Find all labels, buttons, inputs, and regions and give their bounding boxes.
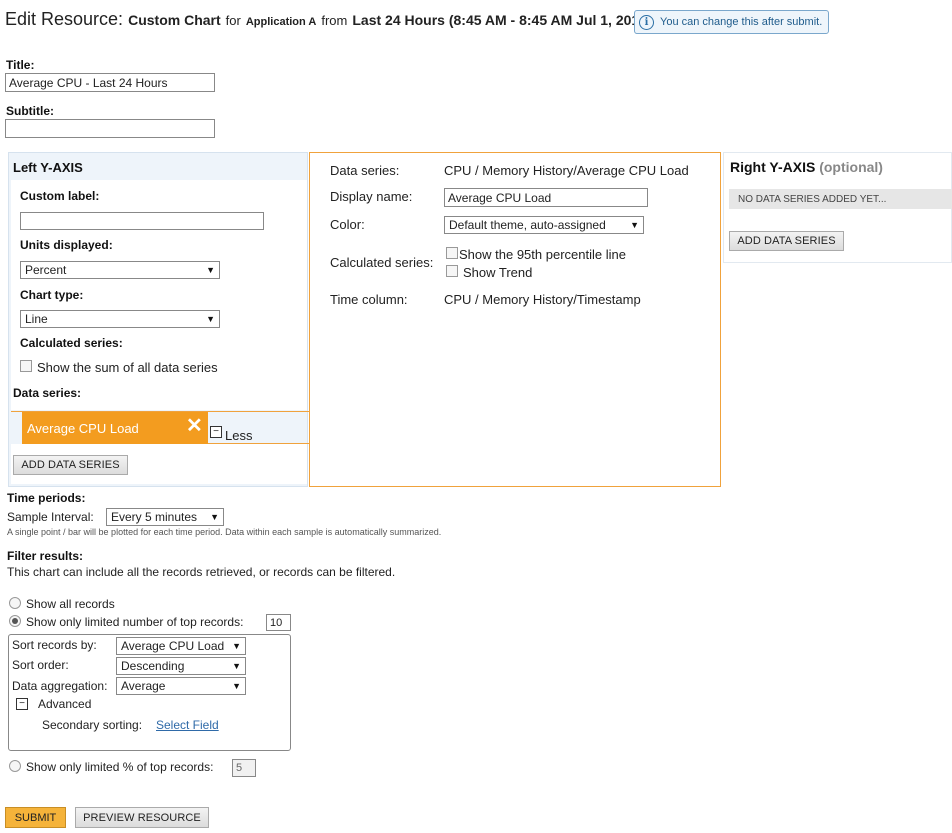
info-box: i You can change this after submit. bbox=[634, 10, 829, 34]
detail-calculated-label: Calculated series: bbox=[330, 255, 434, 270]
percentile-checkbox[interactable] bbox=[446, 247, 458, 259]
time-periods-label: Time periods: bbox=[7, 491, 86, 505]
page-header: Edit Resource: Custom Chart for Applicat… bbox=[5, 9, 652, 30]
chart-type-select-value: Line bbox=[25, 312, 48, 326]
units-label: Units displayed: bbox=[20, 238, 113, 252]
aggregation-value: Average bbox=[121, 679, 166, 693]
show-top-label: Show only limited number of top records: bbox=[26, 615, 244, 629]
sample-interval-value: Every 5 minutes bbox=[111, 510, 198, 524]
sample-interval-label: Sample Interval: bbox=[7, 510, 94, 524]
right-axis-title: Right Y-AXIS bbox=[730, 159, 816, 175]
sort-order-value: Descending bbox=[121, 659, 185, 673]
secondary-sorting-label: Secondary sorting: bbox=[42, 718, 143, 732]
header-range: Last 24 Hours (8:45 AM - 8:45 AM Jul 1, … bbox=[352, 12, 652, 28]
select-field-link[interactable]: Select Field bbox=[156, 718, 219, 732]
subtitle-label: Subtitle: bbox=[6, 104, 54, 118]
info-icon: i bbox=[639, 14, 654, 30]
header-resource-name: Custom Chart bbox=[128, 12, 221, 28]
chart-type-select[interactable]: Line ▼ bbox=[20, 310, 220, 328]
sort-by-select[interactable]: Average CPU Load ▼ bbox=[116, 637, 246, 655]
chevron-down-icon: ▼ bbox=[232, 681, 241, 691]
sum-checkbox-label: Show the sum of all data series bbox=[37, 360, 218, 375]
time-column-label: Time column: bbox=[330, 292, 408, 307]
preview-resource-button[interactable]: PREVIEW RESOURCE bbox=[75, 807, 209, 828]
sum-checkbox[interactable] bbox=[20, 360, 32, 372]
color-label: Color: bbox=[330, 217, 365, 232]
show-top-radio[interactable] bbox=[9, 615, 21, 627]
left-axis-title: Left Y-AXIS bbox=[13, 160, 83, 175]
sort-order-label: Sort order: bbox=[12, 658, 69, 672]
add-data-series-button-left[interactable]: ADD DATA SERIES bbox=[13, 455, 128, 475]
header-application: Application A bbox=[245, 16, 317, 28]
time-column-value: CPU / Memory History/Timestamp bbox=[444, 292, 641, 307]
title-label: Title: bbox=[6, 58, 35, 72]
left-calculated-label: Calculated series: bbox=[20, 336, 123, 350]
aggregation-select[interactable]: Average ▼ bbox=[116, 677, 246, 695]
no-data-message: NO DATA SERIES ADDED YET... bbox=[729, 189, 952, 209]
chevron-down-icon: ▼ bbox=[232, 641, 241, 651]
display-name-label: Display name: bbox=[330, 189, 413, 204]
filter-description: This chart can include all the records r… bbox=[7, 565, 396, 579]
chevron-down-icon: ▼ bbox=[206, 314, 215, 324]
advanced-label: Advanced bbox=[38, 697, 92, 711]
chevron-down-icon: ▼ bbox=[630, 220, 639, 230]
custom-label-input[interactable] bbox=[20, 212, 264, 230]
percentile-label: Show the 95th percentile line bbox=[459, 247, 626, 262]
submit-button[interactable]: SUBMIT bbox=[5, 807, 66, 828]
detail-data-series-value: CPU / Memory History/Average CPU Load bbox=[444, 163, 689, 178]
less-toggle[interactable]: − Less bbox=[210, 420, 252, 443]
series-chip-label: Average CPU Load bbox=[27, 420, 139, 436]
right-axis-title-row: Right Y-AXIS (optional) bbox=[730, 159, 883, 175]
trend-checkbox[interactable] bbox=[446, 265, 458, 277]
data-series-label: Data series: bbox=[13, 386, 82, 400]
info-text: You can change this after submit. bbox=[660, 16, 823, 28]
header-for: for bbox=[225, 13, 241, 28]
less-label: Less bbox=[225, 428, 253, 443]
show-percent-label: Show only limited % of top records: bbox=[26, 760, 214, 774]
top-count-input[interactable] bbox=[266, 614, 291, 631]
header-prefix: Edit Resource: bbox=[5, 9, 124, 29]
sort-order-select[interactable]: Descending ▼ bbox=[116, 657, 246, 675]
units-select-value: Percent bbox=[25, 263, 67, 277]
minus-icon: − bbox=[16, 698, 28, 710]
sort-by-value: Average CPU Load bbox=[121, 639, 225, 653]
advanced-toggle[interactable]: − Advanced bbox=[16, 697, 91, 711]
title-input[interactable] bbox=[5, 73, 215, 92]
minus-icon: − bbox=[210, 425, 222, 438]
percent-input[interactable] bbox=[232, 759, 256, 777]
trend-label: Show Trend bbox=[463, 265, 533, 280]
add-data-series-button-right[interactable]: ADD DATA SERIES bbox=[729, 231, 844, 251]
chevron-down-icon: ▼ bbox=[210, 512, 219, 522]
sample-interval-select[interactable]: Every 5 minutes ▼ bbox=[106, 508, 224, 526]
display-name-input[interactable] bbox=[444, 188, 648, 207]
filter-results-label: Filter results: bbox=[7, 549, 84, 563]
chevron-down-icon: ▼ bbox=[206, 265, 215, 275]
detail-data-series-label: Data series: bbox=[330, 163, 400, 178]
custom-label-label: Custom label: bbox=[20, 189, 100, 203]
subtitle-input[interactable] bbox=[5, 119, 215, 138]
time-periods-note: A single point / bar will be plotted for… bbox=[7, 527, 442, 537]
series-chip-average-cpu[interactable]: Average CPU Load bbox=[22, 412, 208, 444]
chart-type-label: Chart type: bbox=[20, 288, 84, 302]
close-icon[interactable]: ✕ bbox=[186, 416, 203, 436]
color-select-value: Default theme, auto-assigned bbox=[449, 218, 606, 232]
show-all-radio[interactable] bbox=[9, 597, 21, 609]
units-select[interactable]: Percent ▼ bbox=[20, 261, 220, 279]
header-from: from bbox=[321, 13, 348, 28]
sort-by-label: Sort records by: bbox=[12, 638, 97, 652]
show-percent-radio[interactable] bbox=[9, 760, 21, 772]
right-axis-optional: (optional) bbox=[819, 159, 883, 175]
chevron-down-icon: ▼ bbox=[232, 661, 241, 671]
show-all-label: Show all records bbox=[26, 597, 115, 611]
color-select[interactable]: Default theme, auto-assigned ▼ bbox=[444, 216, 644, 234]
aggregation-label: Data aggregation: bbox=[12, 679, 108, 693]
